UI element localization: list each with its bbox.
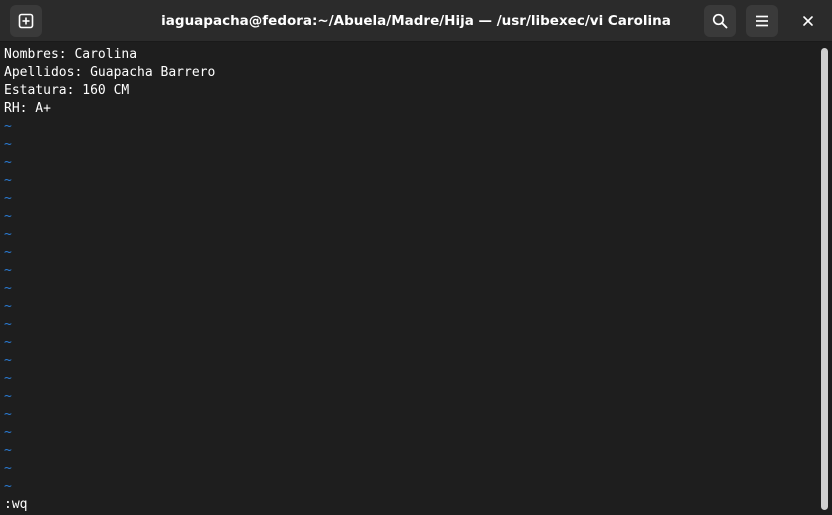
- terminal-area[interactable]: Nombres: Carolina Apellidos: Guapacha Ba…: [0, 46, 820, 515]
- empty-line-marker: ~: [4, 353, 12, 368]
- search-button[interactable]: [704, 5, 736, 37]
- menu-button[interactable]: [746, 5, 778, 37]
- close-icon: [803, 16, 813, 26]
- empty-line-marker: ~: [4, 299, 12, 314]
- empty-line-marker: ~: [4, 479, 12, 494]
- close-button[interactable]: [796, 9, 820, 33]
- empty-line-marker: ~: [4, 119, 12, 134]
- buffer-line: Apellidos: Guapacha Barrero: [4, 65, 216, 80]
- empty-line-marker: ~: [4, 263, 12, 278]
- empty-line-marker: ~: [4, 227, 12, 242]
- hamburger-menu-icon: [756, 15, 768, 27]
- empty-line-marker: ~: [4, 209, 12, 224]
- empty-line-marker: ~: [4, 371, 12, 386]
- empty-line-marker: ~: [4, 443, 12, 458]
- buffer-line: Nombres: Carolina: [4, 47, 138, 62]
- empty-line-marker: ~: [4, 137, 12, 152]
- terminal-window: iaguapacha@fedora:~/Abuela/Madre/Hija — …: [0, 0, 832, 515]
- empty-line-marker: ~: [4, 245, 12, 260]
- buffer-line: RH: A+: [4, 101, 51, 116]
- empty-line-marker: ~: [4, 191, 12, 206]
- empty-line-marker: ~: [4, 317, 12, 332]
- window-title: iaguapacha@fedora:~/Abuela/Madre/Hija — …: [161, 13, 671, 29]
- command-line[interactable]: :wq: [4, 496, 27, 514]
- new-tab-icon: [18, 13, 34, 29]
- empty-line-marker: ~: [4, 425, 12, 440]
- empty-line-marker: ~: [4, 281, 12, 296]
- empty-line-marker: ~: [4, 173, 12, 188]
- headerbar: iaguapacha@fedora:~/Abuela/Madre/Hija — …: [0, 0, 832, 42]
- new-tab-button[interactable]: [10, 5, 42, 37]
- scrollbar[interactable]: [821, 48, 828, 510]
- empty-line-marker: ~: [4, 407, 12, 422]
- empty-line-marker: ~: [4, 155, 12, 170]
- empty-line-marker: ~: [4, 461, 12, 476]
- empty-line-marker: ~: [4, 389, 12, 404]
- empty-line-marker: ~: [4, 335, 12, 350]
- buffer-line: Estatura: 160 CM: [4, 83, 130, 98]
- search-icon: [712, 13, 728, 29]
